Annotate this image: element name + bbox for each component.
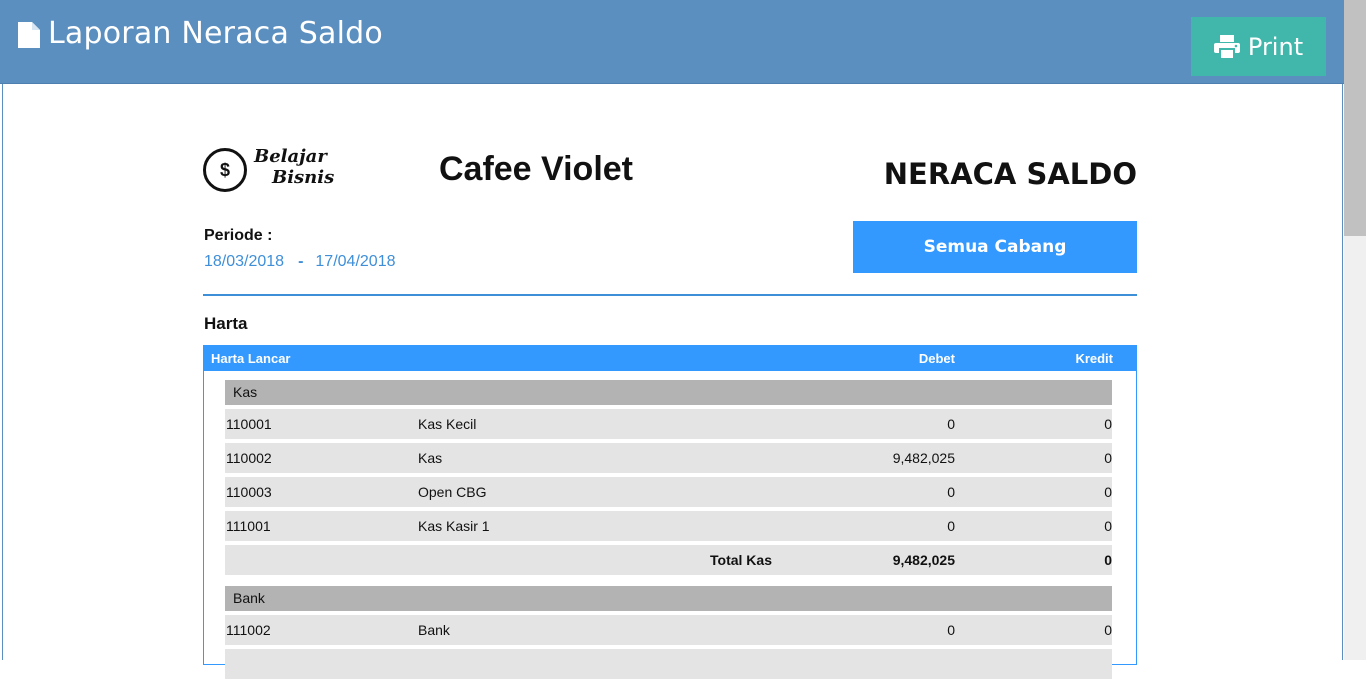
total-kredit: 0 — [1104, 552, 1112, 568]
table-row — [225, 649, 1112, 679]
print-button[interactable]: Print — [1191, 17, 1326, 76]
account-code: 110003 — [226, 484, 272, 500]
table-row: 110001 Kas Kecil 0 0 — [225, 409, 1112, 439]
printer-icon — [1213, 34, 1240, 59]
column-header-name: Harta Lancar — [211, 351, 291, 366]
debet-value: 0 — [947, 518, 955, 534]
total-label: Total Kas — [710, 552, 772, 568]
group-label: Kas — [233, 384, 258, 400]
print-label: Print — [1247, 32, 1304, 61]
section-title: Harta — [204, 314, 248, 333]
periode-label: Periode : — [204, 227, 273, 244]
group-header-bank: Bank — [225, 586, 1112, 611]
logo-emblem-icon: $ — [203, 148, 247, 192]
account-name: Kas Kecil — [418, 416, 477, 432]
kredit-value: 0 — [1104, 484, 1112, 500]
total-row: Total Kas 9,482,025 0 — [225, 545, 1112, 575]
account-code: 111001 — [226, 518, 271, 534]
group-header-kas: Kas — [225, 380, 1112, 405]
periode-range: 18/03/2018-17/04/2018 — [204, 253, 395, 271]
account-code: 110001 — [226, 416, 272, 432]
column-header-kredit: Kredit — [1075, 351, 1113, 366]
table-row: 111002 Bank 0 0 — [225, 615, 1112, 645]
periode-start: 18/03/2018 — [204, 253, 285, 270]
account-name: Kas Kasir 1 — [418, 518, 490, 534]
logo-text-line: Bisnis — [272, 167, 335, 188]
account-code: 110002 — [226, 450, 272, 466]
account-name: Open CBG — [418, 484, 487, 500]
account-code: 111002 — [226, 622, 271, 638]
periode-separator: - — [298, 253, 304, 270]
column-header-debet: Debet — [918, 351, 955, 366]
table-row: 110002 Kas 9,482,025 0 — [225, 443, 1112, 473]
kredit-value: 0 — [1104, 622, 1112, 638]
debet-value: 0 — [947, 622, 955, 638]
document-icon — [18, 22, 40, 48]
account-name: Bank — [418, 622, 450, 638]
header-divider — [203, 294, 1137, 296]
company-name: Cafee Violet — [438, 150, 633, 188]
trial-balance-table: Harta Lancar Debet Kredit Kas 110001 Kas… — [203, 345, 1137, 679]
table-header: Harta Lancar Debet Kredit — [204, 346, 1136, 371]
table-row: 110003 Open CBG 0 0 — [225, 477, 1112, 507]
vertical-scrollbar[interactable] — [1344, 0, 1366, 660]
scrollbar-thumb[interactable] — [1344, 0, 1366, 236]
report-title: NERACA SALDO — [883, 157, 1137, 191]
kredit-value: 0 — [1104, 450, 1112, 466]
logo-text-line: Belajar — [254, 146, 327, 167]
kredit-value: 0 — [1104, 518, 1112, 534]
total-debet: 9,482,025 — [892, 552, 955, 568]
page-header: Laporan Neraca Saldo Print — [0, 0, 1344, 84]
branch-selector-button[interactable]: Semua Cabang — [853, 221, 1137, 273]
table-row: 111001 Kas Kasir 1 0 0 — [225, 511, 1112, 541]
debet-value: 9,482,025 — [892, 450, 955, 466]
debet-value: 0 — [947, 416, 955, 432]
page-title: Laporan Neraca Saldo — [48, 16, 383, 51]
periode-end: 17/04/2018 — [315, 253, 396, 270]
company-logo: $ Belajar Bisnis — [203, 146, 334, 198]
group-label: Bank — [233, 590, 265, 606]
kredit-value: 0 — [1104, 416, 1112, 432]
logo-text: Belajar Bisnis — [254, 146, 334, 188]
account-name: Kas — [418, 450, 443, 466]
debet-value: 0 — [947, 484, 955, 500]
